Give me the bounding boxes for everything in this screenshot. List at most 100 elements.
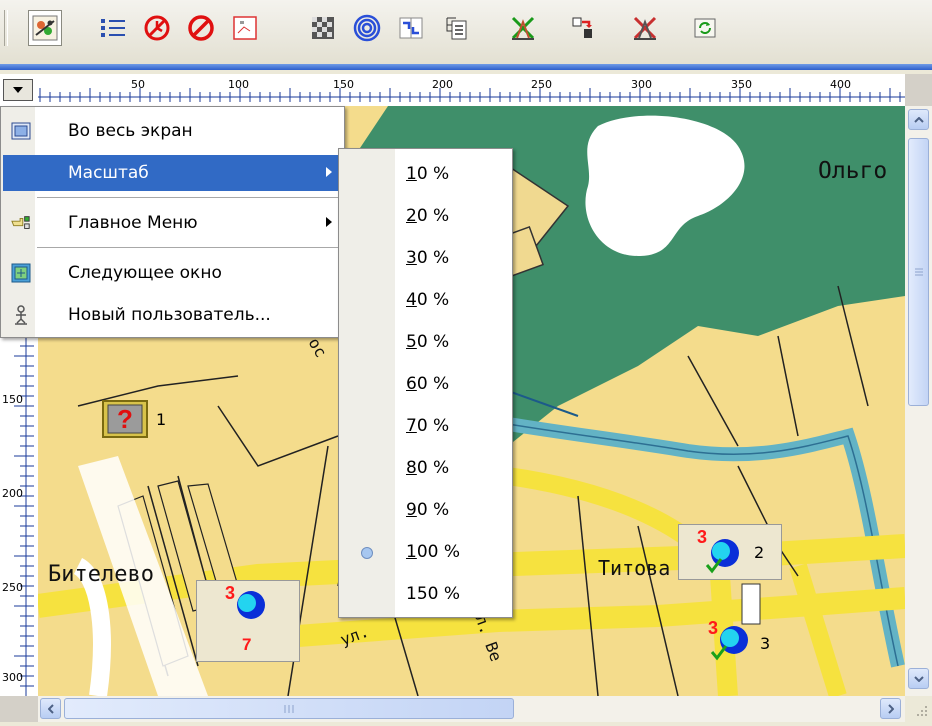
refresh-button[interactable]	[688, 10, 722, 46]
zoom-option-6[interactable]: 70 %	[339, 407, 512, 447]
zoom-option-mnemonic: 2	[406, 206, 417, 226]
chevron-down-icon	[913, 675, 924, 682]
unknown-object-icon: ?	[102, 400, 148, 438]
zoom-option-rest: 0 %	[416, 164, 450, 184]
zoom-option-rest: 0 %	[416, 206, 450, 226]
menu-item-fullscreen[interactable]: Во весь экран	[3, 113, 342, 149]
menu-item-next-window[interactable]: Следующее окно	[3, 255, 342, 291]
document-tree-button[interactable]	[440, 10, 474, 46]
zoom-option-mnemonic: 8	[406, 458, 417, 478]
ruler-left-label: 200	[2, 487, 23, 500]
zoom-option-label: 150 %	[406, 584, 461, 604]
menu-item-label: Следующее окно	[68, 263, 222, 283]
map-object-3[interactable]: 3 3	[706, 616, 786, 666]
menu-item-main-menu[interactable]: Главное Меню	[3, 205, 342, 241]
zoom-option-label: 70 %	[406, 416, 449, 436]
map-tool-icon	[32, 15, 58, 41]
concentric-circles-button[interactable]	[350, 10, 384, 46]
concentric-circles-icon	[353, 14, 381, 42]
x-tower-red-icon	[633, 16, 657, 40]
arrow-flag-button[interactable]	[566, 10, 600, 46]
selected-radio-icon	[361, 547, 373, 559]
zoom-option-3[interactable]: 40 %	[339, 281, 512, 321]
scroll-down-button[interactable]	[908, 668, 929, 689]
zoom-option-mnemonic: 1	[406, 542, 417, 562]
stop-clock-button[interactable]	[140, 10, 174, 46]
x-tower-green-icon	[511, 16, 535, 40]
map-object-2-badge: 3	[697, 527, 708, 547]
place-label-olgo: Ольго	[818, 158, 888, 184]
checkered-button[interactable]	[306, 10, 340, 46]
zoom-option-0[interactable]: 10 %	[339, 155, 512, 195]
zoom-option-mnemonic: 3	[406, 248, 417, 268]
map-object-2[interactable]: 3 2	[678, 524, 782, 580]
zoom-option-9[interactable]: 100 %	[339, 533, 512, 573]
vertical-scrollbar[interactable]	[905, 106, 932, 696]
ruler-left-label: 150	[2, 393, 23, 406]
zoom-option-label: 40 %	[406, 290, 449, 310]
chevron-left-icon	[47, 703, 54, 714]
resize-grip-icon	[917, 706, 927, 716]
zoom-option-4[interactable]: 50 %	[339, 323, 512, 363]
refresh-icon	[694, 18, 716, 38]
vertical-scroll-thumb[interactable]	[908, 138, 929, 406]
ruler-menu-button[interactable]	[3, 79, 33, 101]
zoom-option-label: 20 %	[406, 206, 449, 226]
prohibit-button[interactable]	[184, 10, 218, 46]
menu-item-new-user[interactable]: Новый пользователь...	[3, 297, 342, 333]
map-object-1[interactable]: ?	[102, 400, 148, 438]
ruler-top-label: 150	[333, 78, 354, 91]
checkered-icon	[312, 17, 334, 39]
route-grid-icon	[233, 16, 257, 40]
zoom-option-label: 30 %	[406, 248, 449, 268]
arrow-flag-icon	[572, 17, 592, 38]
zoom-option-7[interactable]: 80 %	[339, 449, 512, 489]
menu-item-label: Во весь экран	[68, 121, 193, 141]
zoom-option-2[interactable]: 30 %	[339, 239, 512, 279]
route-grid-button[interactable]	[228, 10, 262, 46]
zoom-option-1[interactable]: 20 %	[339, 197, 512, 237]
scroll-right-button[interactable]	[880, 698, 901, 719]
size-grip[interactable]	[905, 696, 932, 722]
x-tower-green-button[interactable]	[506, 10, 540, 46]
zoom-submenu: 10 % 20 % 30 % 40 % 50 % 60 % 70 % 80 % 90 % 100 …	[338, 148, 513, 618]
ruler-top-label: 100	[228, 78, 249, 91]
scroll-up-button[interactable]	[908, 109, 929, 130]
zoom-option-rest: 0 %	[416, 416, 450, 436]
stop-clock-icon	[144, 15, 170, 41]
list-icon	[101, 19, 125, 37]
svg-text:?: ?	[117, 404, 133, 434]
ruler-top-label: 200	[432, 78, 453, 91]
zoom-option-mnemonic: 4	[406, 290, 417, 310]
map-object-3-badge: 3	[708, 618, 719, 638]
chevron-right-icon	[887, 703, 894, 714]
fullscreen-icon	[11, 121, 31, 141]
scroll-left-button[interactable]	[40, 698, 61, 719]
grip-icon	[914, 268, 923, 276]
map-object-1-label: 1	[156, 410, 167, 429]
zoom-option-10[interactable]: 150 %	[339, 575, 512, 615]
x-tower-red-button[interactable]	[628, 10, 662, 46]
zoom-option-5[interactable]: 60 %	[339, 365, 512, 405]
chevron-down-icon	[13, 87, 23, 93]
zoom-option-rest: 0 %	[416, 374, 450, 394]
list-button[interactable]	[96, 10, 130, 46]
zoom-option-8[interactable]: 90 %	[339, 491, 512, 531]
zoom-option-rest: 0 %	[416, 458, 450, 478]
ruler-left-label: 250	[2, 581, 23, 594]
zoom-option-label: 50 %	[406, 332, 449, 352]
map-tool-button[interactable]	[28, 10, 62, 46]
zoom-option-rest: 0 %	[416, 500, 450, 520]
menu-item-zoom[interactable]: Масштаб	[3, 155, 342, 191]
grip-icon	[284, 704, 294, 713]
zoom-option-mnemonic: 1	[406, 164, 417, 184]
zoom-option-label: 90 %	[406, 500, 449, 520]
place-label-titova: Титова	[598, 556, 671, 580]
hand-pointer-icon	[11, 213, 31, 233]
map-object-7[interactable]: 3 7	[196, 580, 300, 662]
new-user-icon	[11, 305, 31, 325]
ruler-top-label: 400	[830, 78, 851, 91]
arrow-divider-button[interactable]	[394, 10, 428, 46]
horizontal-scroll-thumb[interactable]	[64, 698, 514, 719]
horizontal-scrollbar[interactable]	[38, 696, 905, 722]
